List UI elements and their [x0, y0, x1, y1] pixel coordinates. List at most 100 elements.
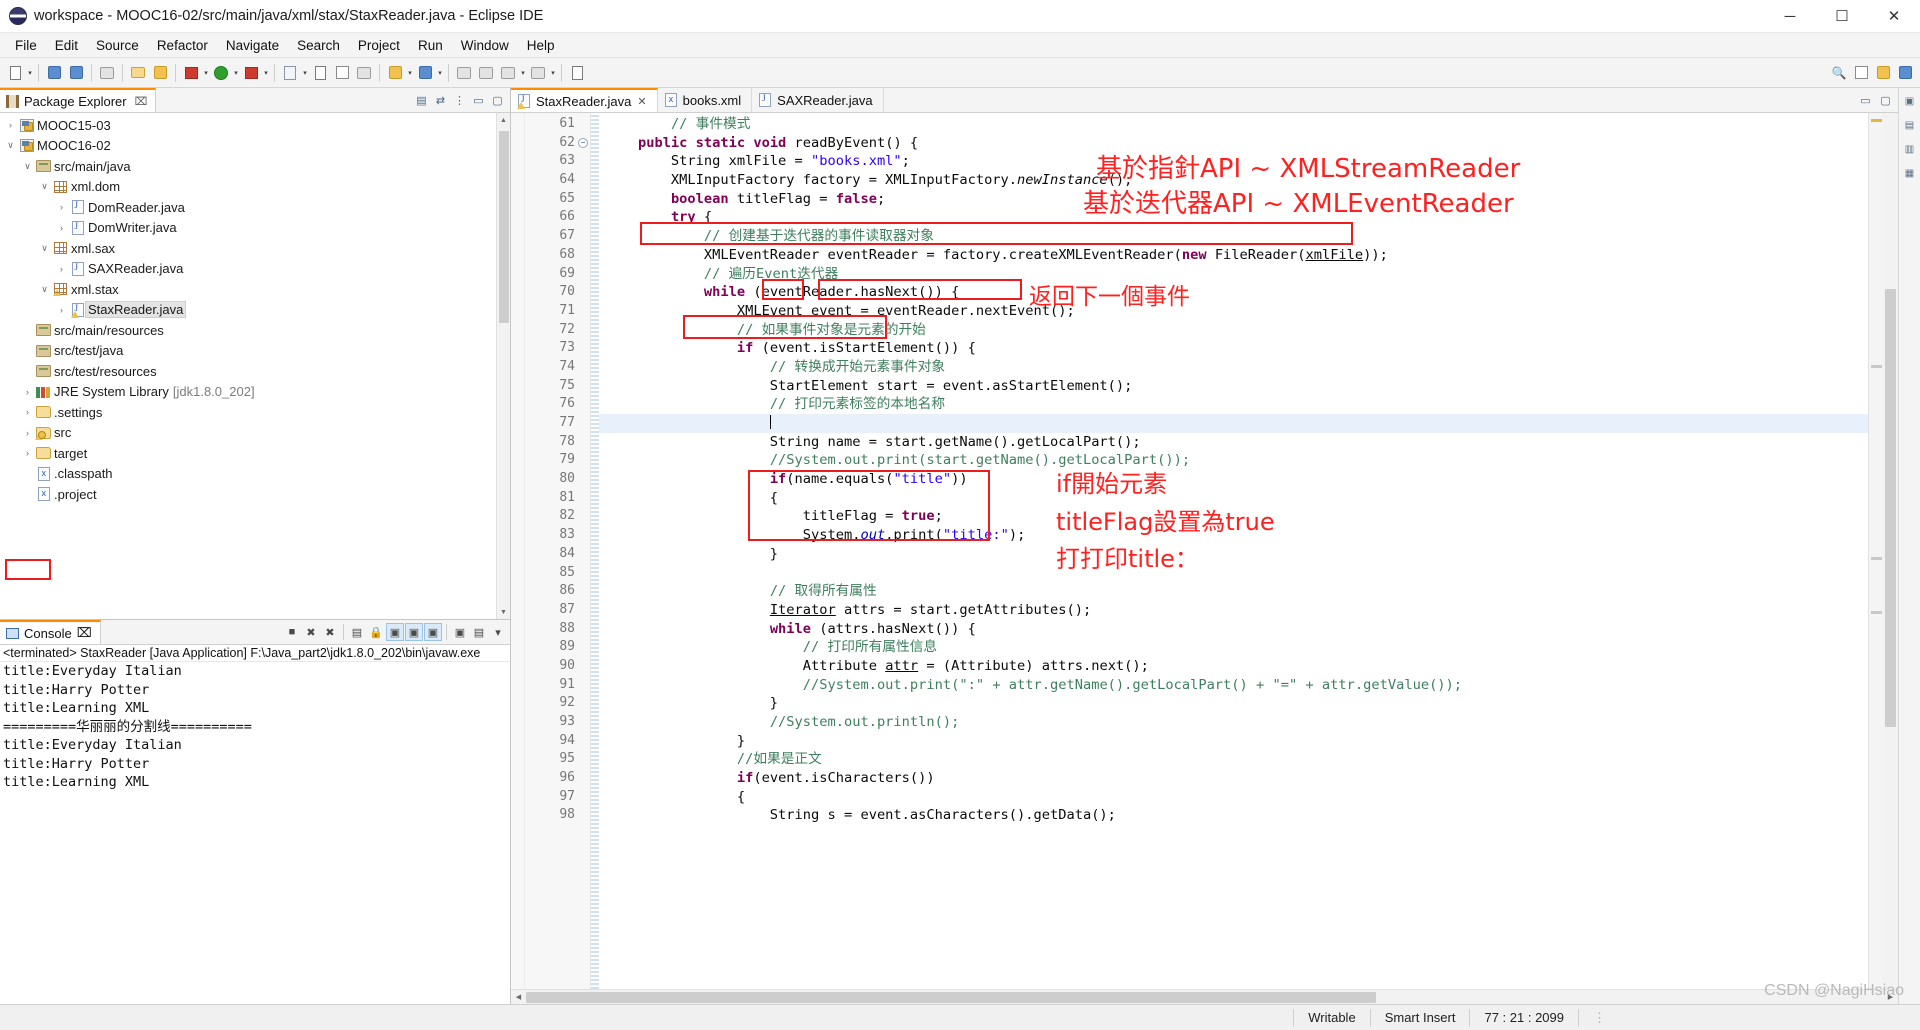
code-line[interactable]: Attribute attr = (Attribute) attrs.next(…: [599, 657, 1868, 676]
code-line[interactable]: while (attrs.hasNext()) {: [599, 620, 1868, 639]
code-line[interactable]: while (eventReader.hasNext()) {: [599, 283, 1868, 302]
run-external-tools-icon[interactable]: [241, 63, 261, 83]
tree-item-xml-sax[interactable]: ∨ xml.sax: [0, 238, 496, 259]
tree-item-src-test-java[interactable]: src/test/java: [0, 341, 496, 362]
code-line[interactable]: XMLEvent event = eventReader.nextEvent()…: [599, 302, 1868, 321]
print-icon[interactable]: [97, 63, 117, 83]
pin-console-icon[interactable]: ▣: [424, 623, 442, 641]
code-line[interactable]: try {: [599, 208, 1868, 227]
task-list-icon[interactable]: ▥: [1901, 140, 1919, 158]
tree-item--project[interactable]: .project: [0, 484, 496, 505]
tree-item-mooc15-03[interactable]: › MOOC15-03: [0, 115, 496, 136]
code-line[interactable]: if(event.isCharacters()): [599, 769, 1868, 788]
expand-arrow-icon[interactable]: ›: [54, 264, 69, 274]
menu-source[interactable]: Source: [87, 35, 148, 56]
expand-arrow-icon[interactable]: ∨: [3, 140, 18, 151]
scroll-track[interactable]: [497, 127, 510, 605]
tree-item-mooc16-02[interactable]: ∨ MOOC16-02: [0, 136, 496, 157]
restore-icon[interactable]: ▣: [1901, 92, 1919, 110]
expand-arrow-icon[interactable]: ∨: [37, 243, 52, 254]
templates-icon[interactable]: ▦: [1901, 164, 1919, 182]
new-class-dropdown-icon[interactable]: ▾: [301, 63, 309, 83]
code-line[interactable]: boolean titleFlag = false;: [599, 190, 1868, 209]
tree-item-src-main-resources[interactable]: src/main/resources: [0, 320, 496, 341]
terminate-icon[interactable]: ■: [283, 623, 301, 641]
minimize-view-icon[interactable]: ▭: [470, 92, 487, 109]
minimize-button[interactable]: ─: [1764, 0, 1816, 33]
debug-icon[interactable]: [181, 63, 201, 83]
quick-access-search-icon[interactable]: 🔍: [1829, 63, 1849, 83]
expand-arrow-icon[interactable]: ∨: [37, 181, 52, 192]
new-wizard-dropdown-icon[interactable]: ▾: [26, 63, 34, 83]
menu-navigate[interactable]: Navigate: [217, 35, 288, 56]
save-all-icon[interactable]: [66, 63, 86, 83]
fold-collapse-icon[interactable]: −: [578, 137, 588, 148]
expand-arrow-icon[interactable]: ›: [20, 428, 35, 438]
scroll-thumb[interactable]: [499, 131, 509, 323]
code-line[interactable]: // 如果事件对象是元素的开始: [599, 321, 1868, 340]
tree-item-src-test-resources[interactable]: src/test/resources: [0, 361, 496, 382]
code-line[interactable]: // 打印所有属性信息: [599, 638, 1868, 657]
skip-breakpoints-icon[interactable]: [415, 63, 435, 83]
close-button[interactable]: ✕: [1868, 0, 1920, 33]
remove-launch-icon[interactable]: ✖: [302, 623, 320, 641]
editor-tab-booksxml[interactable]: books.xml: [657, 88, 753, 112]
code-line[interactable]: titleFlag = true;: [599, 507, 1868, 526]
previous-annotation-dropdown-icon[interactable]: ▾: [519, 63, 527, 83]
tree-item-src[interactable]: › src: [0, 423, 496, 444]
code-line[interactable]: // 遍历Event迭代器: [599, 265, 1868, 284]
editor-annotation-ruler[interactable]: [511, 113, 525, 989]
expand-arrow-icon[interactable]: ›: [54, 305, 69, 315]
open-console-icon[interactable]: ▤: [470, 623, 488, 641]
close-icon[interactable]: ⌧: [135, 95, 148, 108]
expand-arrow-icon[interactable]: ›: [20, 387, 35, 397]
maximize-view-icon[interactable]: ▢: [489, 92, 506, 109]
console-output[interactable]: <terminated> StaxReader [Java Applicatio…: [0, 645, 510, 1004]
editor-view-menu-icon[interactable]: ▭: [1857, 92, 1874, 109]
editor-horizontal-scrollbar[interactable]: ◀ ▶: [511, 989, 1898, 1004]
code-line[interactable]: // 打印元素标签的本地名称: [599, 395, 1868, 414]
code-line[interactable]: // 事件模式: [599, 115, 1868, 134]
forward-icon[interactable]: [476, 63, 496, 83]
menu-help[interactable]: Help: [518, 35, 564, 56]
new-java-class-icon[interactable]: [280, 63, 300, 83]
view-menu-icon[interactable]: ⋮: [451, 92, 468, 109]
tree-item-staxreader-java[interactable]: › StaxReader.java: [0, 300, 496, 321]
breakpoints-dropdown-icon[interactable]: ▾: [436, 63, 444, 83]
scroll-thumb[interactable]: [1885, 289, 1896, 727]
debug-perspective-icon[interactable]: [1895, 63, 1915, 83]
tree-item-xml-dom[interactable]: ∨ xml.dom: [0, 177, 496, 198]
tree-item-jre-system-library[interactable]: › JRE System Library [jdk1.8.0_202]: [0, 382, 496, 403]
tree-item-target[interactable]: › target: [0, 443, 496, 464]
display-selected-console-icon[interactable]: ▣: [451, 623, 469, 641]
scroll-lock-icon[interactable]: 🔒: [367, 623, 385, 641]
status-resize-handle[interactable]: ⋮: [1578, 1008, 1620, 1027]
code-line[interactable]: System.out.print("title:");: [599, 526, 1868, 545]
toggle-mark-occurrences-icon[interactable]: [385, 63, 405, 83]
collapse-all-icon[interactable]: ▤: [413, 92, 430, 109]
expand-arrow-icon[interactable]: ›: [20, 407, 35, 417]
code-line[interactable]: }: [599, 694, 1868, 713]
expand-arrow-icon[interactable]: ∨: [37, 284, 52, 295]
code-line[interactable]: //如果是正文: [599, 750, 1868, 769]
expand-arrow-icon[interactable]: ›: [20, 448, 35, 458]
scroll-thumb[interactable]: [526, 991, 1376, 1003]
code-line[interactable]: XMLEventReader eventReader = factory.cre…: [599, 246, 1868, 265]
tree-item--classpath[interactable]: .classpath: [0, 464, 496, 485]
expand-arrow-icon[interactable]: ›: [3, 120, 18, 130]
code-line[interactable]: [599, 414, 1868, 433]
mark-occurrences-dropdown-icon[interactable]: ▾: [406, 63, 414, 83]
tree-item--settings[interactable]: › .settings: [0, 402, 496, 423]
code-line[interactable]: }: [599, 545, 1868, 564]
previous-annotation-icon[interactable]: [498, 63, 518, 83]
link-with-editor-icon[interactable]: ⇄: [432, 92, 449, 109]
package-explorer-tree[interactable]: › MOOC15-03 ∨ MOOC16-02 ∨ src/main/java ∨ xml.d…: [0, 113, 496, 619]
menu-file[interactable]: File: [6, 35, 46, 56]
new-package-icon[interactable]: [150, 63, 170, 83]
maximize-button[interactable]: ☐: [1816, 0, 1868, 33]
scroll-left-icon[interactable]: ◀: [511, 990, 526, 1005]
tree-vertical-scrollbar[interactable]: ▲ ▼: [496, 113, 510, 619]
editor-overview-ruler[interactable]: [1868, 113, 1883, 989]
search-type-icon[interactable]: [332, 63, 352, 83]
open-task-icon[interactable]: [354, 63, 374, 83]
